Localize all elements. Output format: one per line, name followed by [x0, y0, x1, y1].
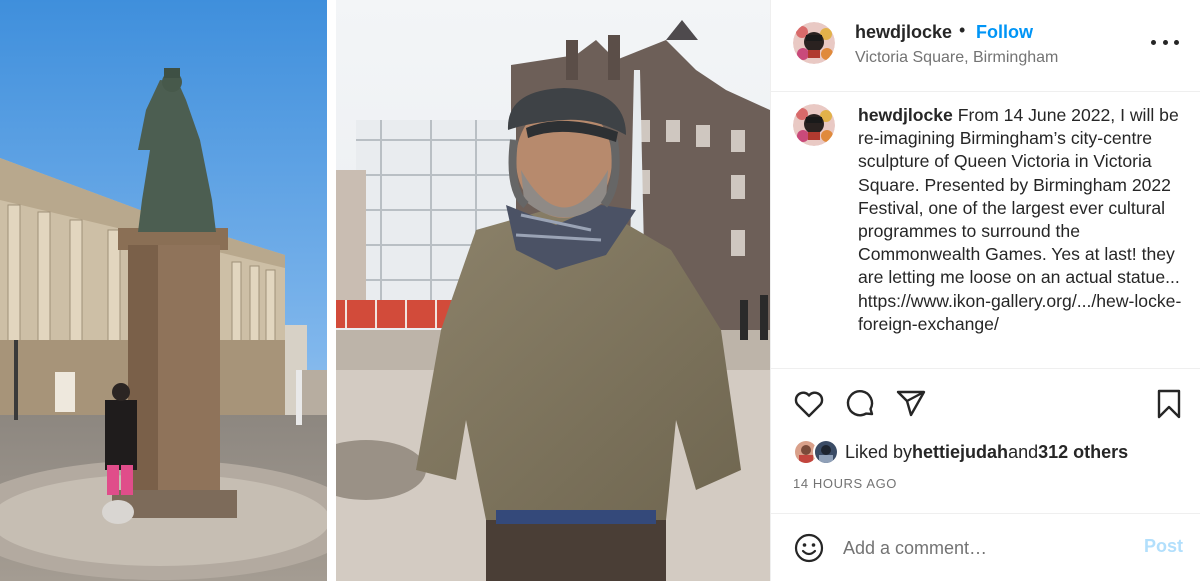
- more-dot: [1162, 39, 1168, 45]
- author-username[interactable]: hewdjlocke: [855, 22, 952, 43]
- more-options-icon[interactable]: [1151, 30, 1179, 54]
- action-bar: [771, 372, 1200, 436]
- comment-bar: Post: [771, 513, 1200, 581]
- photo-artist-portrait: [336, 0, 770, 581]
- post-timestamp[interactable]: 14 HOURS AGO: [793, 476, 897, 491]
- author-avatar[interactable]: [793, 22, 835, 64]
- liker-avatar: [813, 439, 839, 465]
- follow-button[interactable]: Follow: [976, 22, 1033, 43]
- comment-icon[interactable]: [845, 388, 877, 420]
- likes-middle: and: [1008, 441, 1039, 462]
- photo-queen-victoria-statue: [0, 0, 327, 581]
- liker-username[interactable]: hettiejudah: [912, 442, 1008, 463]
- caption-avatar[interactable]: [793, 104, 835, 146]
- likes-prefix: Liked by: [845, 441, 913, 462]
- share-icon[interactable]: [895, 388, 927, 420]
- heart-icon[interactable]: [793, 388, 825, 420]
- post-location[interactable]: Victoria Square, Birmingham: [855, 49, 1058, 67]
- post-sidebar: hewdjlocke • Follow Victoria Square, Bir…: [770, 0, 1200, 581]
- comment-input[interactable]: [843, 534, 1113, 562]
- photo-divider: [327, 0, 336, 581]
- caption-section: hewdjlocke From 14 June 2022, I will be …: [771, 92, 1200, 369]
- caption-text: From 14 June 2022, I will be re-imaginin…: [858, 105, 1182, 334]
- post-header: hewdjlocke • Follow Victoria Square, Bir…: [771, 0, 1200, 92]
- post-caption: hewdjlocke From 14 June 2022, I will be …: [858, 104, 1188, 336]
- post-comment-button[interactable]: Post: [1144, 536, 1183, 557]
- emoji-icon[interactable]: [793, 532, 825, 564]
- liker-avatars: [793, 438, 843, 466]
- likes-others-link[interactable]: 312 others: [1038, 442, 1128, 463]
- header-separator: •: [959, 20, 966, 40]
- more-dot: [1151, 39, 1156, 45]
- bookmark-icon[interactable]: [1153, 388, 1185, 420]
- more-dot: [1174, 39, 1179, 45]
- likes-summary[interactable]: Liked by hettiejudah and 312 others: [793, 437, 1128, 467]
- post-media[interactable]: [0, 0, 770, 581]
- caption-username[interactable]: hewdjlocke: [858, 105, 953, 125]
